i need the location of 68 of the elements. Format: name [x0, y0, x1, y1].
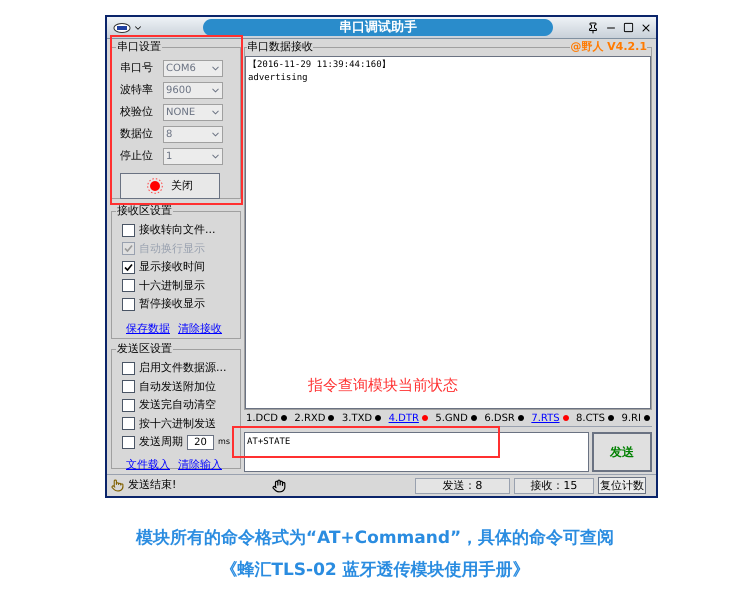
pin-label: 6.DSR	[484, 412, 515, 426]
caption-text: 《蜂汇TLS-02 蓝牙透传模块使用手册》	[220, 558, 530, 582]
received-text: 【2016-11-29 11:39:44:160】	[248, 59, 392, 72]
group-title: 串口数据接收	[247, 40, 313, 54]
annotation-text: 指令查询模块当前状态	[308, 375, 458, 396]
checkbox-label: 自动发送附加位	[139, 378, 216, 394]
close-icon[interactable]	[640, 22, 652, 34]
checkbox-label: 十六进制显示	[139, 278, 205, 294]
combo-box[interactable]: 1	[163, 148, 223, 165]
pin-link[interactable]: 4.DTR	[388, 410, 419, 426]
window-title: 串口调试助手	[339, 21, 417, 34]
checkbox-label: 接收转向文件...	[139, 222, 216, 238]
version-label: @野人 V4.2.1	[570, 40, 647, 54]
group-title: 串口设置	[116, 40, 162, 54]
received-text: advertising	[248, 72, 309, 85]
checkbox-label: 按十六进制发送	[139, 416, 216, 432]
combo-box[interactable]: 8	[163, 126, 223, 143]
pointing-hand-icon	[111, 479, 124, 492]
field-label: 校验位	[120, 104, 154, 120]
field-label: 数据位	[120, 126, 154, 142]
link[interactable]: 文件载入	[126, 456, 170, 473]
checkbox-label: 发送周期	[139, 434, 183, 450]
checkbox[interactable]	[122, 298, 135, 311]
checkbox-label: 暂停接收显示	[139, 296, 205, 312]
period-field[interactable]: 20	[187, 434, 214, 450]
checkbox-label: 发送完自动清空	[139, 397, 216, 413]
send-button[interactable]: 发送	[592, 432, 652, 472]
checkbox-label: 自动换行显示	[139, 240, 205, 256]
pin-link[interactable]: 7.RTS	[531, 410, 560, 426]
pin-label: 9.RI	[621, 412, 641, 426]
caption-text: 模块所有的命令格式为“AT+Command”，具体的命令可查阅	[136, 527, 614, 550]
link[interactable]: 清除输入	[178, 456, 222, 473]
checkbox[interactable]	[122, 224, 135, 237]
pin-label: 8.CTS	[576, 412, 606, 426]
checkbox[interactable]	[122, 260, 135, 274]
pin-icon[interactable]	[587, 22, 599, 34]
checkbox[interactable]	[122, 398, 135, 412]
checkbox[interactable]	[122, 436, 135, 449]
group-title: 发送区设置	[116, 342, 173, 356]
checkbox-label: 显示接收时间	[139, 259, 205, 275]
received-counter: 接收 : 15	[514, 478, 594, 494]
maximize-icon[interactable]	[623, 22, 634, 33]
combo-box[interactable]: 9600	[163, 82, 223, 99]
combo-box[interactable]: NONE	[163, 104, 223, 121]
pin-label: 5.GND	[435, 412, 468, 426]
sent-counter: 发送 : 8	[415, 478, 510, 494]
link[interactable]: 保存数据	[126, 320, 170, 337]
unit-label: ms	[218, 436, 230, 448]
status-message: 发送结束!	[128, 477, 178, 494]
field-label: 串口号	[120, 60, 154, 76]
checkbox[interactable]	[122, 380, 135, 394]
group-title: 接收区设置	[116, 204, 173, 218]
close-port-button[interactable]: 关闭	[120, 173, 220, 199]
hand-icon	[272, 478, 286, 492]
pin-label: 1.DCD	[246, 412, 278, 426]
link[interactable]: 清除接收	[178, 320, 222, 337]
field-label: 波特率	[120, 82, 154, 98]
reset-count-button[interactable]: 复位计数	[598, 477, 646, 494]
send-input-field[interactable]: AT+STATE	[244, 432, 589, 472]
checkbox-label: 启用文件数据源...	[139, 360, 226, 376]
pin-label: 2.RXD	[294, 412, 326, 426]
pin-label: 3.TXD	[342, 412, 372, 426]
checkbox[interactable]	[122, 279, 135, 292]
app-menu-icon[interactable]	[113, 22, 143, 32]
field-label: 停止位	[120, 148, 154, 164]
combo-box[interactable]: COM6	[163, 60, 223, 77]
checkbox[interactable]	[122, 417, 135, 430]
checkbox[interactable]	[122, 362, 135, 375]
